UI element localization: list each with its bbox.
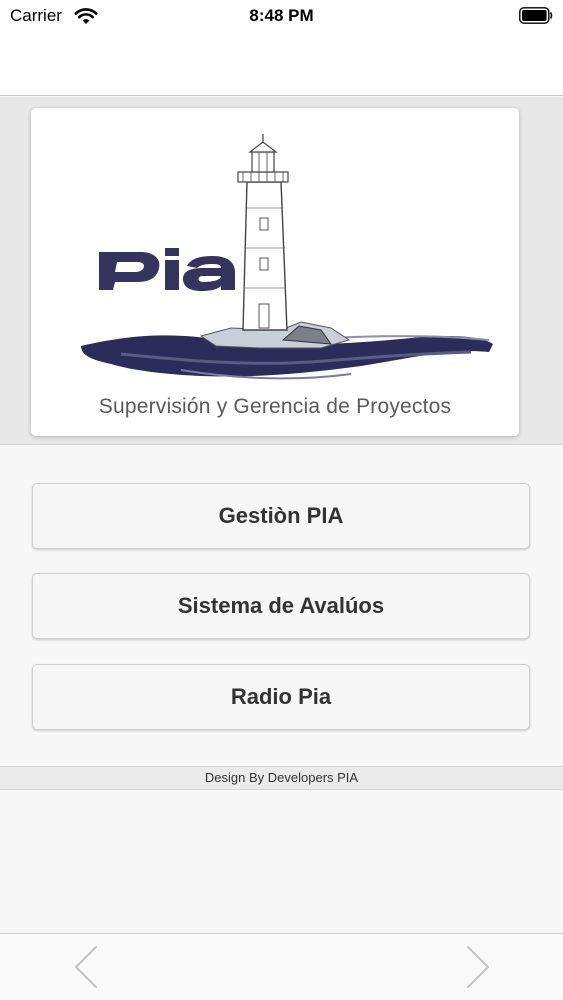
logo-card: Supervisión y Gerencia de Proyectos — [31, 108, 519, 436]
navigation-bar — [0, 32, 563, 96]
screen: Carrier 8:48 PM Supervisión y Gerencia d… — [0, 0, 563, 1000]
chevron-left-icon[interactable] — [72, 944, 100, 990]
gestion-pia-button[interactable]: Gestiòn PIA — [32, 483, 530, 549]
footer-credit: Design By Developers PIA — [0, 766, 563, 790]
battery-icon — [519, 7, 553, 24]
logo-tagline: Supervisión y Gerencia de Proyectos — [98, 395, 452, 418]
sistema-de-avaluos-button[interactable]: Sistema de Avalúos — [32, 573, 530, 639]
status-bar: Carrier 8:48 PM — [0, 0, 563, 32]
lighthouse-logo-image — [81, 134, 493, 380]
bottom-toolbar — [0, 933, 563, 1000]
radio-pia-button[interactable]: Radio Pia — [32, 664, 530, 730]
chevron-right-icon[interactable] — [464, 944, 492, 990]
status-time: 8:48 PM — [249, 6, 314, 25]
